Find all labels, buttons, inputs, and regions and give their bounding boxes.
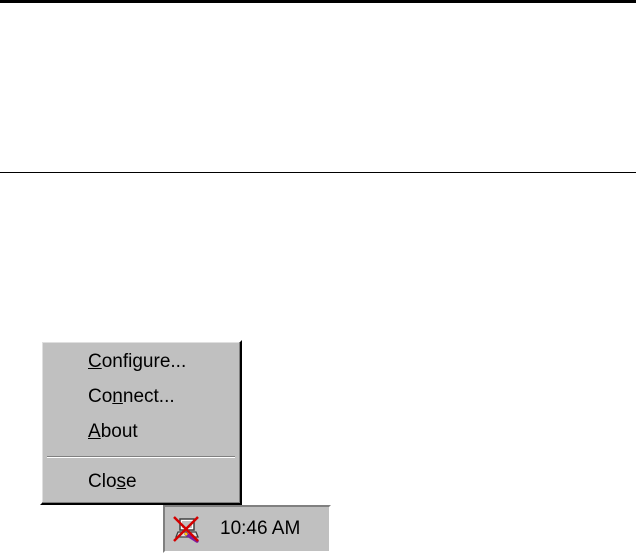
menu-item-configure-post: onfigure... — [101, 351, 187, 372]
menu-item-connect-post: nect... — [122, 386, 175, 407]
menu-item-close-accel: s — [116, 471, 127, 492]
menu-item-about-post: bout — [100, 421, 138, 442]
menu-item-about-accel: A — [88, 421, 101, 442]
menu-item-about[interactable]: About — [88, 418, 138, 446]
taskbar-tray: 10:46 AM — [163, 505, 331, 553]
tray-context-menu: Configure... Connect... About Close — [40, 340, 242, 505]
menu-item-close-pre: Clo — [88, 471, 117, 492]
top-divider-line — [0, 0, 636, 3]
menu-item-connect-accel: n — [112, 386, 123, 407]
tray-clock[interactable]: 10:46 AM — [220, 507, 300, 551]
menu-item-configure-accel: C — [88, 351, 102, 372]
menu-item-configure[interactable]: Configure... — [88, 348, 186, 376]
menu-item-connect[interactable]: Connect... — [88, 383, 175, 411]
menu-separator — [47, 456, 235, 458]
menu-item-connect-pre: Co — [88, 386, 113, 407]
menu-item-close-post: e — [126, 471, 137, 492]
menu-item-close[interactable]: Close — [88, 468, 137, 496]
middle-divider-line — [0, 172, 636, 173]
disconnected-network-icon[interactable] — [171, 514, 201, 544]
